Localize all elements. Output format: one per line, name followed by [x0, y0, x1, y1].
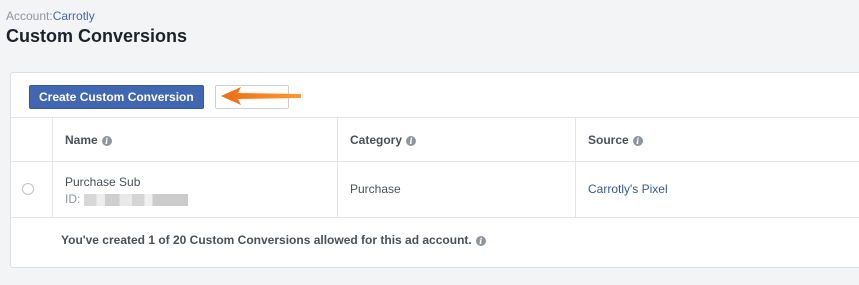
table-row[interactable]: Purchase Sub ID: Purchase Carrotly's Pix…: [11, 161, 859, 217]
select-column-header: [11, 118, 53, 161]
source-cell: Carrotly's Pixel: [576, 162, 859, 217]
table-header-row: Name i Category i Source i: [11, 117, 859, 161]
usage-footer-note: You've created 1 of 20 Custom Conversion…: [61, 233, 486, 247]
name-cell: Purchase Sub ID:: [53, 162, 338, 217]
column-header-name[interactable]: Name i: [53, 118, 338, 161]
column-header-name-label: Name: [65, 133, 98, 147]
conversion-category: Purchase: [350, 182, 401, 196]
column-header-source-label: Source: [588, 133, 629, 147]
toolbar: Create Custom Conversion: [11, 73, 859, 117]
column-header-category-label: Category: [350, 133, 403, 147]
arrow-left-icon: [221, 87, 301, 105]
column-header-source[interactable]: Source i: [576, 118, 859, 161]
info-icon[interactable]: i: [475, 235, 486, 246]
usage-footer-text: You've created 1 of 20 Custom Conversion…: [61, 233, 472, 247]
conversion-source-link[interactable]: Carrotly's Pixel: [588, 182, 668, 196]
row-select-cell: [11, 162, 53, 217]
account-line: Account:Carrotly: [6, 9, 95, 23]
info-icon[interactable]: i: [632, 135, 643, 146]
table-bottom-border: [11, 217, 859, 218]
conversion-id-label: ID:: [65, 192, 81, 206]
info-icon[interactable]: i: [101, 135, 112, 146]
account-label: Account:: [6, 9, 53, 23]
create-custom-conversion-button[interactable]: Create Custom Conversion: [29, 85, 204, 109]
conversions-table: Name i Category i Source i Purchase Sub ID:…: [11, 117, 859, 218]
custom-conversions-panel: Create Custom Conversion Name i Category i…: [10, 72, 859, 268]
column-header-category[interactable]: Category i: [338, 118, 576, 161]
row-radio-button[interactable]: [22, 183, 34, 195]
category-cell: Purchase: [338, 162, 576, 217]
page-title: Custom Conversions: [6, 26, 188, 46]
account-name[interactable]: Carrotly: [53, 9, 95, 23]
conversion-name[interactable]: Purchase Sub: [65, 175, 140, 189]
info-icon[interactable]: i: [406, 135, 417, 146]
conversion-id: ID:: [65, 192, 189, 206]
redacted-id: [84, 193, 189, 206]
